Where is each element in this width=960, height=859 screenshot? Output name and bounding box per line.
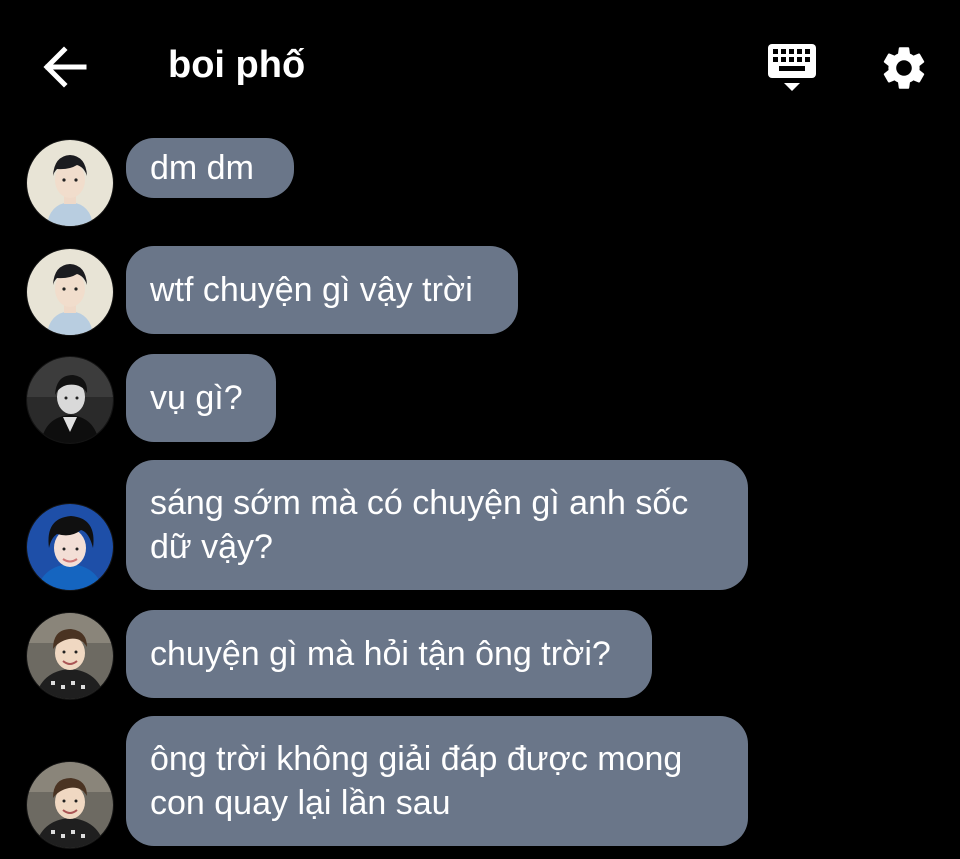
message-bubble[interactable]: wtf chuyện gì vậy trời bbox=[126, 246, 518, 334]
message-row: chuyện gì mà hỏi tận ông trời? bbox=[0, 610, 960, 700]
avatar[interactable] bbox=[27, 357, 113, 443]
avatar[interactable] bbox=[27, 249, 113, 335]
avatar[interactable] bbox=[27, 613, 113, 699]
message-bubble[interactable]: dm dm bbox=[126, 138, 294, 198]
message-row: dm dm bbox=[0, 138, 960, 228]
avatar[interactable] bbox=[27, 140, 113, 226]
message-row: ông trời không giải đáp được mong con qu… bbox=[0, 716, 960, 848]
message-bubble[interactable]: sáng sớm mà có chuyện gì anh sốc dữ vậy? bbox=[126, 460, 748, 590]
message-bubble[interactable]: chuyện gì mà hỏi tận ông trời? bbox=[126, 610, 652, 698]
message-row: wtf chuyện gì vậy trời bbox=[0, 246, 960, 336]
avatar[interactable] bbox=[27, 762, 113, 848]
message-bubble[interactable]: ông trời không giải đáp được mong con qu… bbox=[126, 716, 748, 846]
message-row: sáng sớm mà có chuyện gì anh sốc dữ vậy? bbox=[0, 460, 960, 592]
message-list[interactable]: dm dm wtf chuyện gì vậy trời vụ gì? sáng… bbox=[0, 0, 960, 859]
avatar[interactable] bbox=[27, 504, 113, 590]
message-bubble[interactable]: vụ gì? bbox=[126, 354, 276, 442]
message-row: vụ gì? bbox=[0, 354, 960, 444]
